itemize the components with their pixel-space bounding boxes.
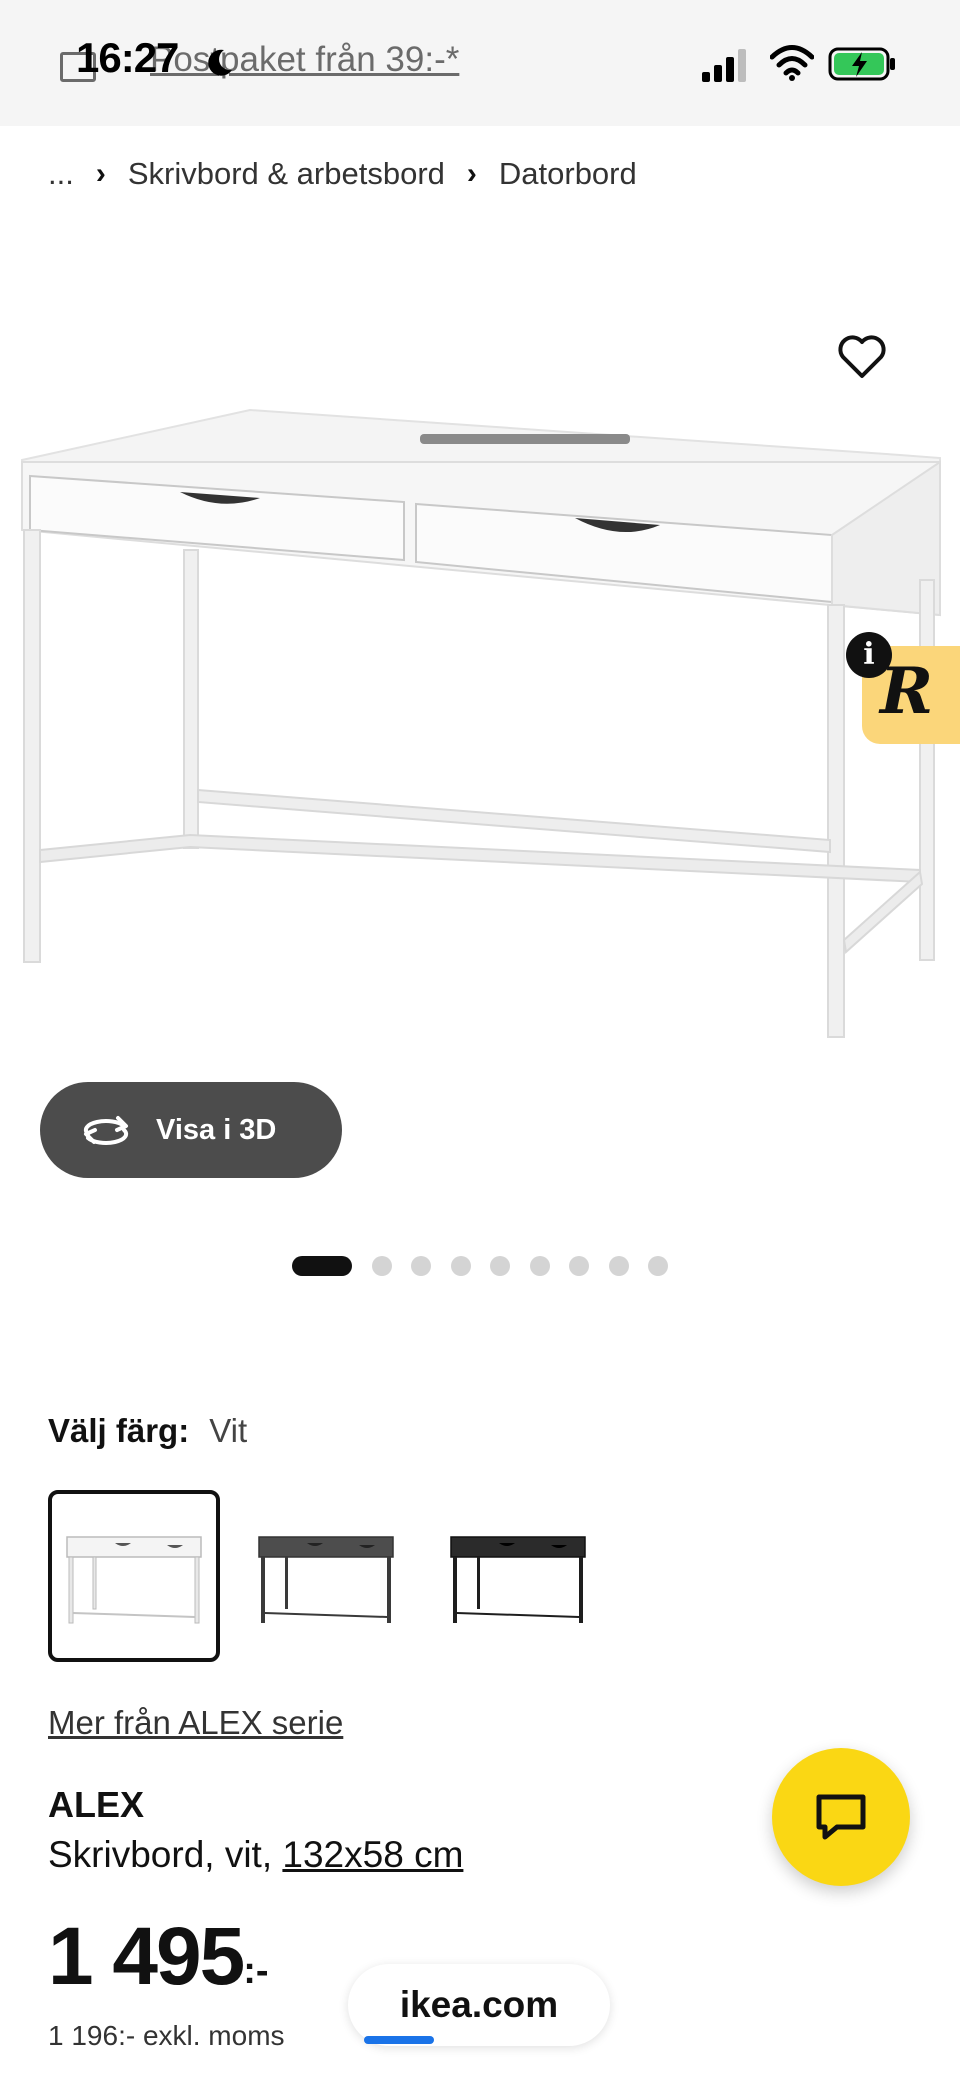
desk-thumbnail-dark-grey: [258, 1536, 394, 1623]
price-suffix: :-: [243, 1950, 269, 1992]
product-description: Skrivbord, vit, 132x58 cm: [48, 1834, 463, 1876]
pager-dot[interactable]: [411, 1256, 431, 1276]
promo-link[interactable]: Postpaket från 39:-*: [150, 40, 459, 80]
browser-url-bar[interactable]: ikea.com: [348, 1964, 610, 2046]
page-load-progress: [364, 2036, 434, 2044]
breadcrumb: ... › Skrivbord & arbetsbord › Datorbord: [48, 156, 637, 192]
heart-icon[interactable]: [836, 332, 888, 380]
product-dimensions-link[interactable]: 132x58 cm: [282, 1834, 463, 1875]
color-swatches: [48, 1490, 624, 1662]
price-main: 1 495: [48, 1911, 245, 2002]
signal-icon: [702, 49, 746, 82]
pager-dot-active[interactable]: [292, 1256, 352, 1276]
wifi-icon: [770, 45, 814, 81]
color-option-black[interactable]: [432, 1490, 604, 1662]
product-name: ALEX: [48, 1784, 145, 1825]
color-select-header: Välj färg: Vit: [48, 1412, 247, 1450]
chat-button[interactable]: [772, 1748, 910, 1886]
product-type: Skrivbord, vit,: [48, 1834, 283, 1875]
pager-dot[interactable]: [648, 1256, 668, 1276]
pager-dot[interactable]: [569, 1256, 589, 1276]
desk-thumbnail-black: [450, 1536, 586, 1623]
color-option-dark-grey[interactable]: [240, 1490, 412, 1662]
breadcrumb-item-skrivbord[interactable]: Skrivbord & arbetsbord: [128, 156, 445, 192]
chat-icon: [816, 1794, 866, 1840]
info-icon[interactable]: i: [846, 632, 892, 678]
color-select-value: Vit: [209, 1412, 248, 1449]
pager-dot[interactable]: [490, 1256, 510, 1276]
pager-dot[interactable]: [608, 1256, 629, 1276]
product-image[interactable]: [0, 250, 960, 1090]
pager-dot[interactable]: [529, 1256, 550, 1276]
series-link[interactable]: Mer från ALEX serie: [48, 1704, 343, 1742]
price-excl-vat: 1 196:- exkl. moms: [48, 2020, 285, 2051]
color-select-label: Välj färg:: [48, 1412, 190, 1449]
breadcrumb-ellipsis[interactable]: ...: [48, 156, 74, 192]
status-bar: Postpaket från 39:-* 16:27: [0, 0, 960, 126]
breadcrumb-item-datorbord[interactable]: Datorbord: [499, 156, 637, 192]
rotate-3d-icon: [83, 1116, 129, 1145]
chevron-right-icon: ›: [466, 157, 477, 190]
desk-thumbnail-white: [66, 1536, 202, 1624]
moon-icon: [208, 49, 232, 76]
pager-dot[interactable]: [371, 1256, 392, 1276]
image-pager: [292, 1256, 688, 1276]
color-option-white[interactable]: [48, 1490, 220, 1662]
status-time: 16:27: [76, 34, 179, 81]
view-3d-button[interactable]: Visa i 3D: [40, 1082, 342, 1178]
battery-charging-icon: [828, 47, 895, 81]
view-3d-label: Visa i 3D: [156, 1113, 277, 1146]
pager-dot[interactable]: [450, 1256, 471, 1276]
product-price: 1 495 :-: [48, 1910, 269, 2004]
chevron-right-icon: ›: [95, 157, 106, 190]
